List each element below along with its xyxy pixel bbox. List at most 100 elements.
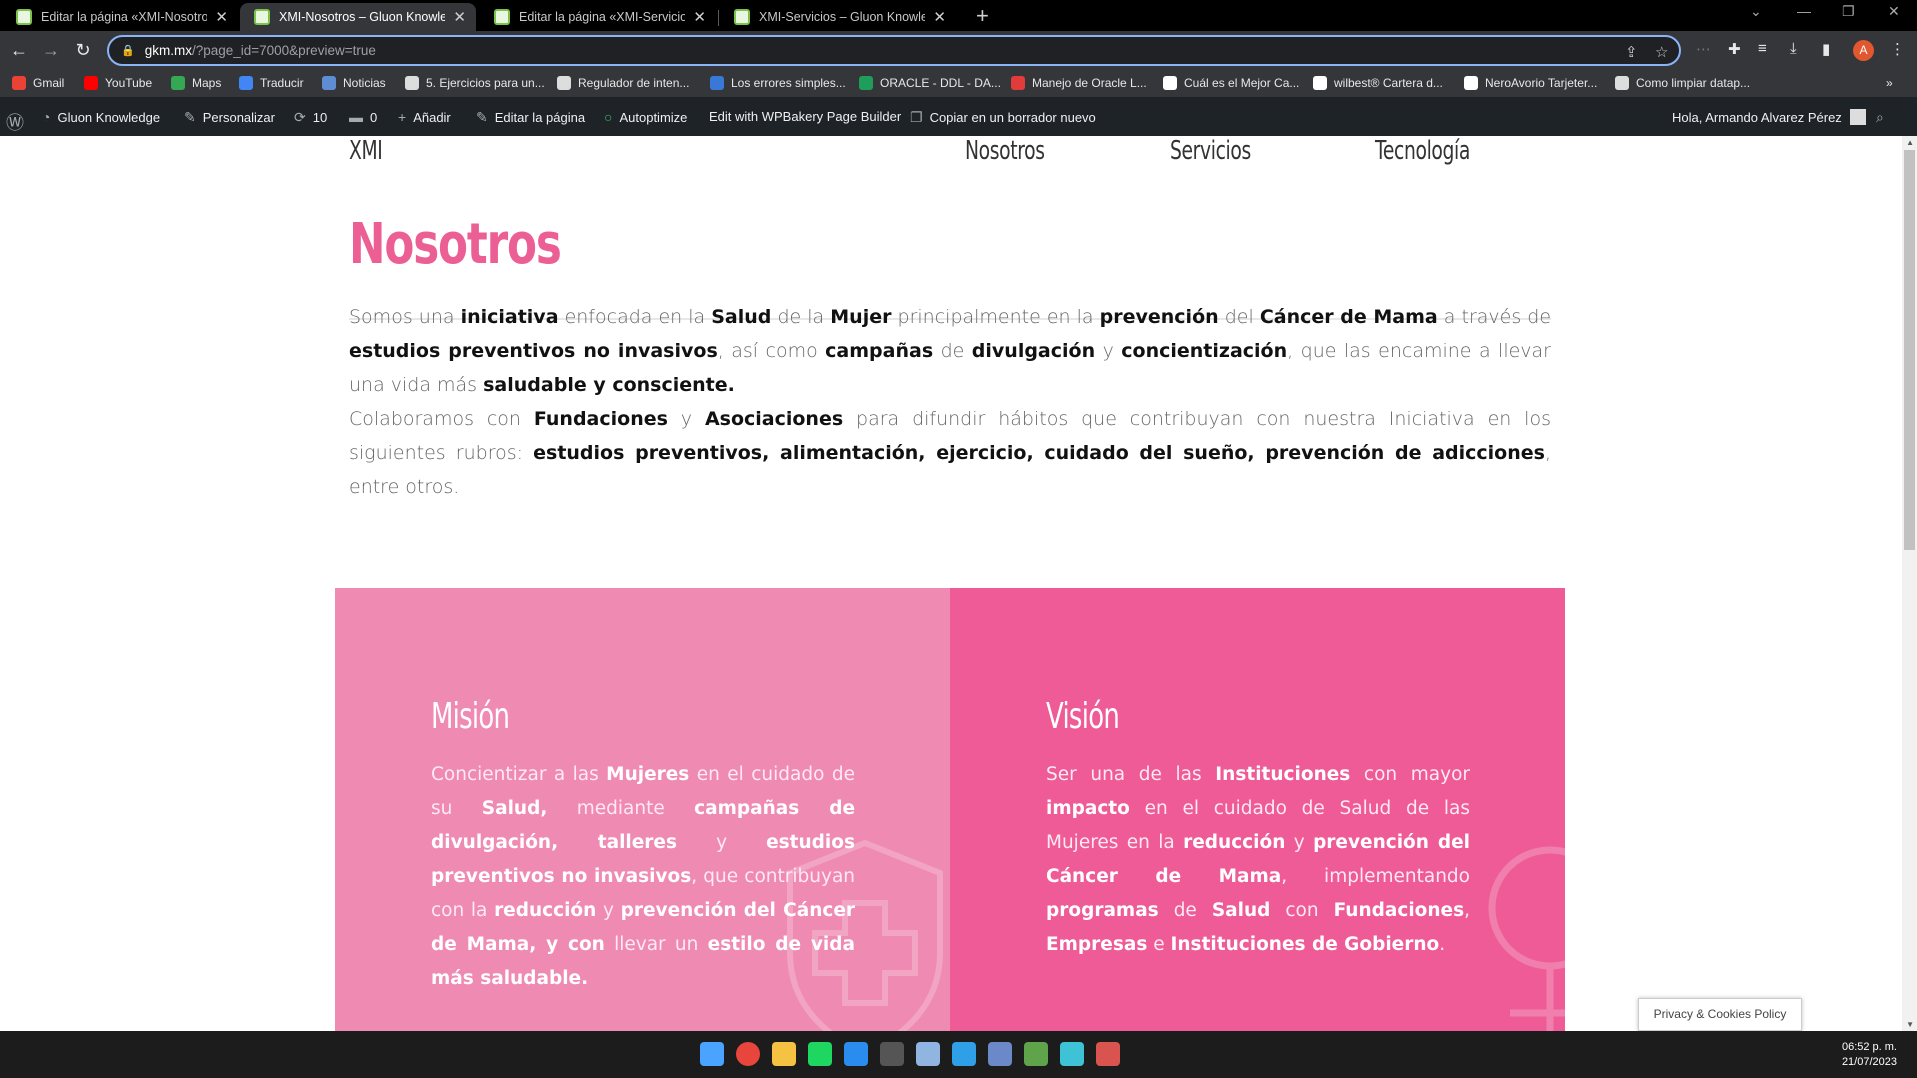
system-clock[interactable]: 06:52 p. m. 21/07/2023	[1842, 1040, 1897, 1070]
bookmark-manejo-oracle[interactable]: Manejo de Oracle L...	[1011, 76, 1147, 90]
page-viewport: XMI Nosotros Servicios Tecnología Nosotr…	[0, 136, 1917, 1031]
nav-tecnologia[interactable]: Tecnología	[1375, 136, 1470, 166]
tab-xmi-nosotros[interactable]: XMI-Nosotros – Gluon Knowledge ✕	[240, 3, 476, 31]
bookmark-youtube[interactable]: YouTube	[84, 76, 152, 90]
text-run: e	[1147, 934, 1171, 955]
admin-add-label: Añadir	[413, 109, 451, 125]
site-favicon-icon	[254, 9, 270, 25]
reload-icon[interactable]: ↻	[72, 39, 94, 61]
terminal-taskbar-icon[interactable]	[880, 1042, 904, 1066]
close-window-icon[interactable]: ✕	[1888, 3, 1900, 20]
site-logo[interactable]: XMI	[349, 136, 383, 166]
admin-copy-draft-link[interactable]: ❐ Copiar en un borrador nuevo	[910, 109, 1096, 126]
text-run: Ser una de las	[1046, 764, 1216, 785]
bookmark-oracle-ddl[interactable]: ORACLE - DDL - DA...	[859, 76, 1001, 90]
extensions-puzzle-icon[interactable]: ✚	[1728, 40, 1741, 58]
bold-text-run: Fundaciones	[533, 408, 668, 430]
admin-add-link[interactable]: + Añadir	[398, 109, 451, 125]
bookmark-regulador[interactable]: Regulador de inten...	[557, 76, 689, 90]
page-scrollbar[interactable]: ▲ ▼	[1902, 136, 1917, 1031]
bookmark-maps[interactable]: Maps	[171, 76, 221, 90]
scrollbar-thumb[interactable]	[1904, 150, 1915, 550]
vpn-taskbar-icon[interactable]	[1060, 1042, 1084, 1066]
text-run: y	[676, 832, 767, 853]
chrome-menu-icon[interactable]: ⋮	[1890, 40, 1905, 58]
bookmark-neroavorio[interactable]: NeroAvorio Tarjeter...	[1464, 76, 1597, 90]
tab-search-icon[interactable]: ⌄	[1750, 3, 1762, 20]
scroll-down-icon[interactable]: ▼	[1906, 1020, 1914, 1029]
admin-edit-label: Editar la página	[494, 110, 586, 125]
tab-editar-servicios[interactable]: Editar la página «XMI-Servicios» ... ✕	[480, 3, 716, 31]
lock-icon[interactable]: 🔒	[121, 44, 135, 57]
address-bar[interactable]: 🔒 gkm.mx /?page_id=7000&preview=true ⇪ ☆	[107, 35, 1681, 66]
admin-copy-draft-label: Copiar en un borrador nuevo	[929, 110, 1096, 125]
side-panel-icon[interactable]: ▮	[1822, 40, 1830, 58]
remote-desktop-taskbar-icon[interactable]	[988, 1042, 1012, 1066]
close-tab-icon[interactable]: ✕	[693, 8, 706, 26]
text-run: ,	[1464, 900, 1470, 921]
bookmark-noticias[interactable]: Noticias	[322, 76, 386, 90]
bookmark-limpiar[interactable]: Como limpiar datap...	[1615, 76, 1750, 90]
youtube-icon	[84, 76, 98, 90]
tab-xmi-servicios[interactable]: XMI-Servicios – Gluon Knowledge ✕	[720, 3, 956, 31]
download-icon[interactable]: ⤓	[1790, 40, 1797, 57]
nav-nosotros[interactable]: Nosotros	[965, 136, 1045, 166]
admin-account-link[interactable]: Hola, Armando Alvarez Pérez	[1672, 109, 1866, 125]
close-tab-icon[interactable]: ✕	[215, 8, 228, 26]
wordpress-logo-icon[interactable]: Ⓦ	[6, 109, 24, 135]
bold-text-run: reducción	[1183, 832, 1286, 853]
chrome-taskbar-icon[interactable]	[736, 1042, 760, 1066]
admin-wpbakery-link[interactable]: Edit with WPBakery Page Builder	[709, 109, 901, 124]
bookmark-traducir[interactable]: Traducir	[239, 76, 304, 90]
notes-taskbar-icon[interactable]	[1096, 1042, 1120, 1066]
bookmark-mejor[interactable]: Cuál es el Mejor Ca...	[1163, 76, 1299, 90]
windows-taskbar: 06:52 p. m. 21/07/2023	[0, 1031, 1917, 1078]
new-tab-icon[interactable]: +	[976, 3, 989, 29]
admin-search-icon[interactable]: ⌕	[1876, 109, 1884, 126]
bold-text-run: Salud	[1211, 900, 1271, 921]
back-icon[interactable]: ←	[8, 39, 30, 61]
minimize-icon[interactable]: —	[1797, 3, 1811, 19]
admin-site-link[interactable]: ◔ Gluon Knowledge	[42, 109, 160, 125]
text-run: de	[933, 340, 972, 362]
bookmark-errores[interactable]: Los errores simples...	[710, 76, 846, 90]
admin-comments-link[interactable]: ▬ 0	[349, 109, 377, 125]
bookmark-label: Regulador de inten...	[578, 76, 690, 90]
admin-autoptimize-link[interactable]: ○ Autoptimize	[604, 109, 687, 125]
tab-editar-nosotros[interactable]: Editar la página «XMI-Nosotros» ... ✕	[2, 3, 238, 31]
close-tab-icon[interactable]: ✕	[453, 8, 466, 26]
profile-avatar[interactable]: A	[1853, 40, 1874, 61]
media-queue-icon[interactable]: ≡	[1758, 40, 1767, 57]
game-taskbar-icon[interactable]	[1024, 1042, 1048, 1066]
extension-dots-icon[interactable]: ⋯	[1696, 40, 1711, 58]
scroll-up-icon[interactable]: ▲	[1906, 138, 1914, 147]
bold-text-run: prevención	[1099, 306, 1219, 328]
admin-customize-link[interactable]: ✎ Personalizar	[184, 109, 275, 126]
admin-comments-count: 0	[370, 109, 378, 125]
todo-taskbar-icon[interactable]	[844, 1042, 868, 1066]
text-run: de	[1158, 900, 1212, 921]
close-tab-icon[interactable]: ✕	[933, 8, 946, 26]
more-bookmarks-icon[interactable]: »	[1886, 76, 1893, 90]
start-taskbar-icon[interactable]	[700, 1042, 724, 1066]
wp-admin-bar: Ⓦ ◔ Gluon Knowledge ✎ Personalizar ⟳ 10 ▬ 0 …	[0, 98, 1917, 136]
vscode-taskbar-icon[interactable]	[952, 1042, 976, 1066]
bookmark-ejercicios[interactable]: 5. Ejercicios para un...	[405, 76, 545, 90]
bold-text-run: Instituciones	[1215, 764, 1351, 785]
share-icon[interactable]: ⇪	[1625, 43, 1638, 61]
admin-updates-link[interactable]: ⟳ 10	[294, 109, 327, 126]
privacy-cookies-button[interactable]: Privacy & Cookies Policy	[1638, 998, 1802, 1031]
file-explorer-taskbar-icon[interactable]	[772, 1042, 796, 1066]
forward-icon[interactable]: →	[40, 39, 62, 61]
spotify-taskbar-icon[interactable]	[808, 1042, 832, 1066]
restore-icon[interactable]: ❐	[1842, 3, 1855, 20]
page-icon	[405, 76, 419, 90]
text-run: a través de	[1437, 306, 1552, 328]
monitor-taskbar-icon[interactable]	[916, 1042, 940, 1066]
admin-edit-page-link[interactable]: ✎ Editar la página	[476, 109, 585, 126]
bookmark-wilbest[interactable]: wilbest® Cartera d...	[1313, 76, 1443, 90]
bookmark-star-icon[interactable]: ☆	[1655, 43, 1668, 61]
bookmark-label: wilbest® Cartera d...	[1334, 76, 1443, 90]
nav-servicios[interactable]: Servicios	[1170, 136, 1251, 166]
bookmark-gmail[interactable]: Gmail	[12, 76, 64, 90]
